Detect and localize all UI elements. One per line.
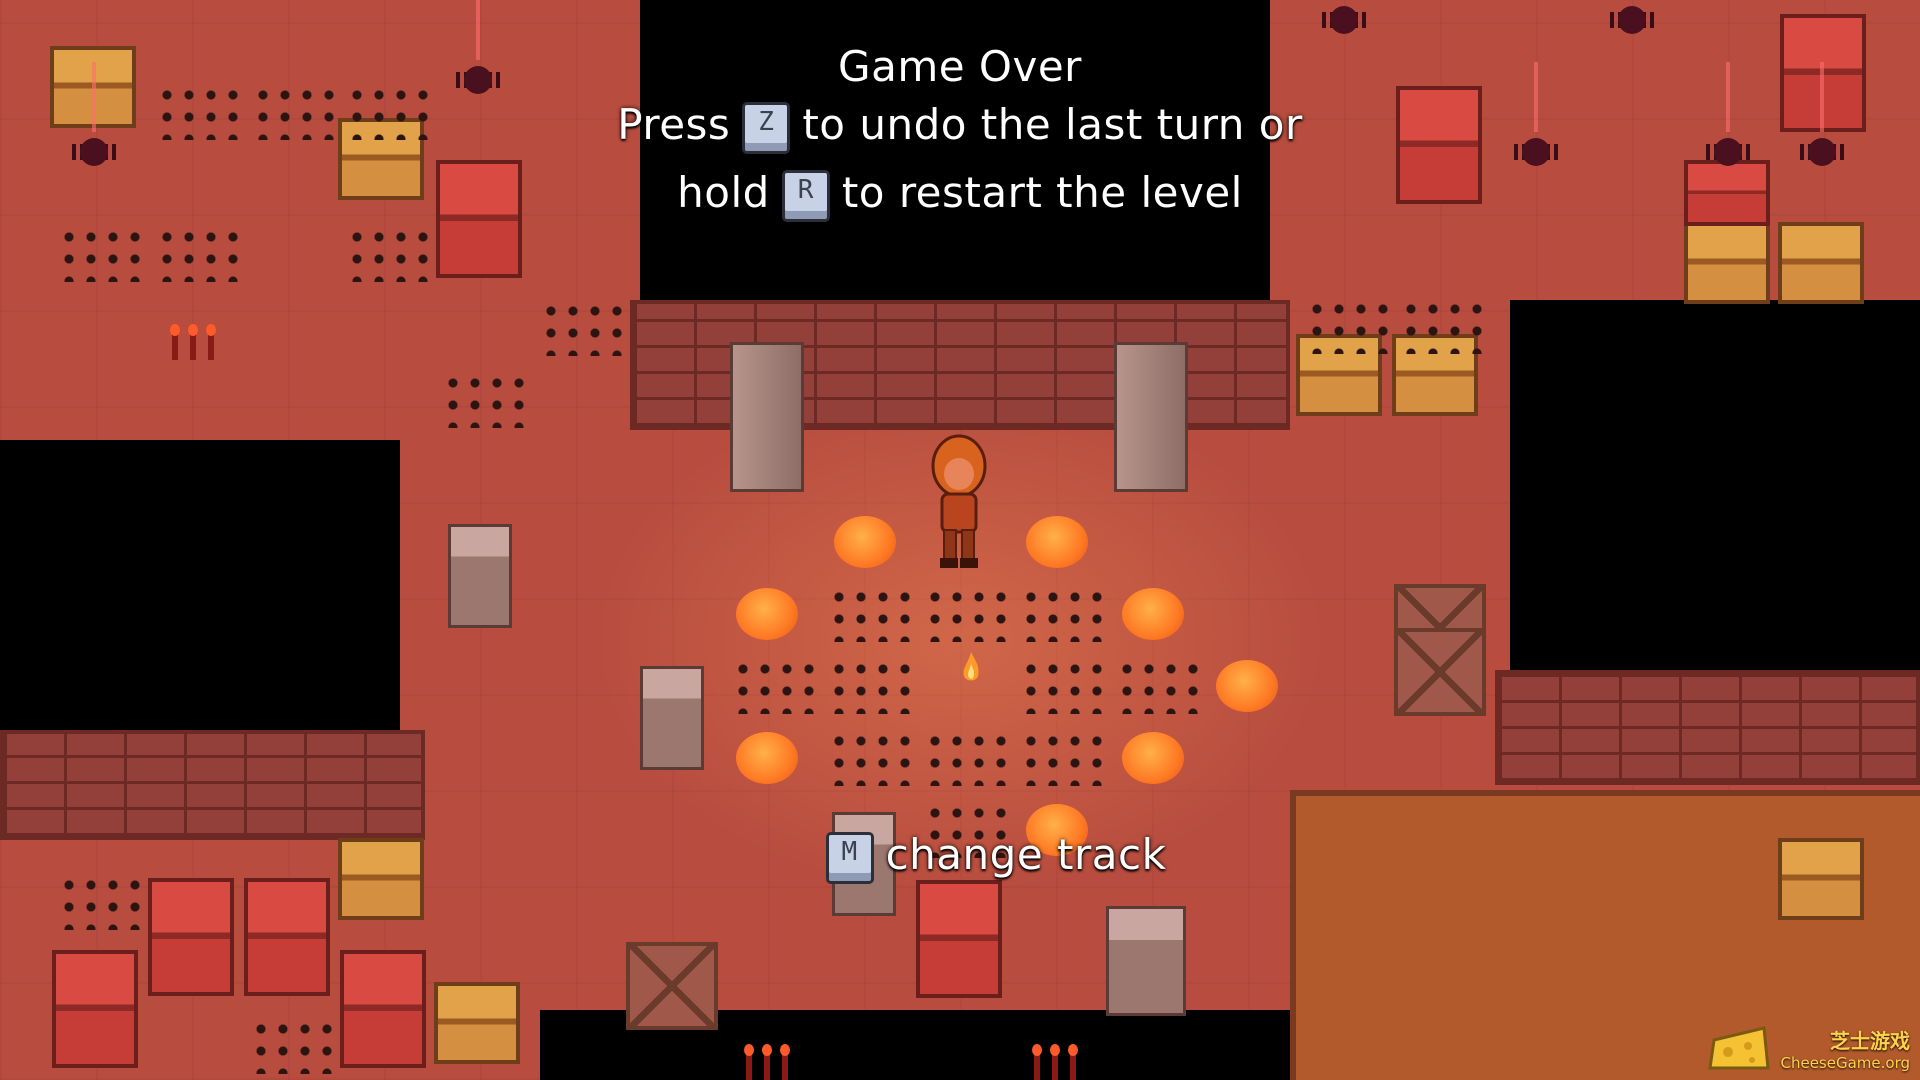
left-wall	[0, 730, 425, 840]
candle	[744, 1044, 754, 1080]
undo-instruction: Press Zto undo the last turn or	[0, 100, 1920, 154]
lava-pool	[1026, 516, 1088, 568]
floor-spikes	[1020, 586, 1110, 642]
red-block	[340, 950, 426, 1068]
stone-pedestal	[448, 524, 512, 628]
wooden-chest	[434, 982, 520, 1064]
floor-spikes	[540, 300, 630, 356]
red-block	[244, 878, 330, 996]
floor-spikes	[250, 1018, 340, 1074]
game-scene: Game Over Press Zto undo the last turn or…	[0, 0, 1920, 1080]
undo-suffix: to undo the last turn or	[802, 100, 1303, 149]
floor-spikes	[924, 730, 1014, 786]
floor-spikes	[156, 226, 246, 282]
cheese-logo-icon	[1708, 1026, 1771, 1070]
tombstone	[1106, 906, 1186, 1016]
candle	[206, 324, 216, 360]
m-key-icon: M	[825, 831, 874, 884]
lava-pool	[834, 516, 896, 568]
candle	[1050, 1044, 1060, 1080]
candle	[1032, 1044, 1042, 1080]
candle	[1068, 1044, 1078, 1080]
restart-suffix: to restart the level	[841, 168, 1243, 217]
candle	[170, 324, 180, 360]
lava-pool	[736, 732, 798, 784]
z-key-icon: Z	[742, 101, 791, 154]
floor-spikes	[828, 586, 918, 642]
watermark-title: 芝士游戏	[1830, 1029, 1910, 1053]
player-character	[931, 434, 987, 568]
wooden-chest	[1684, 222, 1770, 304]
floor-spikes	[924, 586, 1014, 642]
floor-spikes	[1116, 658, 1206, 714]
top-center-wall	[630, 300, 1290, 430]
lava-pool	[736, 588, 798, 640]
wooden-crate	[1394, 628, 1486, 716]
lava-pool	[1122, 588, 1184, 640]
lava-pool	[1122, 732, 1184, 784]
restart-instruction: hold Rto restart the level	[0, 168, 1920, 222]
left-pit	[0, 440, 400, 730]
undo-prefix: Press	[617, 100, 731, 149]
candle	[762, 1044, 772, 1080]
change-track-hint: Mchange track	[30, 830, 1920, 884]
right-stone-pillar	[1114, 342, 1188, 492]
left-stone-pillar	[730, 342, 804, 492]
watermark-site: CheeseGame.org	[1780, 1054, 1910, 1072]
fire-icon	[963, 652, 979, 681]
red-block	[52, 950, 138, 1068]
floor-spikes	[732, 658, 822, 714]
lava-pool	[1216, 660, 1278, 712]
r-key-icon: R	[781, 169, 830, 222]
watermark: 芝士游戏 CheeseGame.org	[1708, 1025, 1910, 1072]
red-block	[916, 880, 1002, 998]
spider-enemy	[1322, 0, 1366, 40]
red-block	[148, 878, 234, 996]
floor-spikes	[828, 730, 918, 786]
stone-pedestal	[640, 666, 704, 770]
candle	[188, 324, 198, 360]
floor-spikes	[828, 658, 918, 714]
right-wall	[1495, 670, 1920, 785]
floor-spikes	[346, 226, 436, 282]
floor-spikes	[1020, 658, 1110, 714]
floor-spikes	[1020, 730, 1110, 786]
wooden-chest	[1778, 222, 1864, 304]
wooden-crate	[626, 942, 718, 1030]
restart-prefix: hold	[677, 168, 770, 217]
floor-spikes	[1400, 298, 1490, 354]
change-track-label: change track	[885, 830, 1167, 879]
right-pit	[1510, 300, 1920, 670]
candle	[780, 1044, 790, 1080]
spider-enemy	[1610, 0, 1654, 40]
floor-spikes	[442, 372, 532, 428]
game-over-title: Game Over	[838, 42, 1082, 91]
floor-spikes	[1306, 298, 1396, 354]
floor-spikes	[58, 226, 148, 282]
